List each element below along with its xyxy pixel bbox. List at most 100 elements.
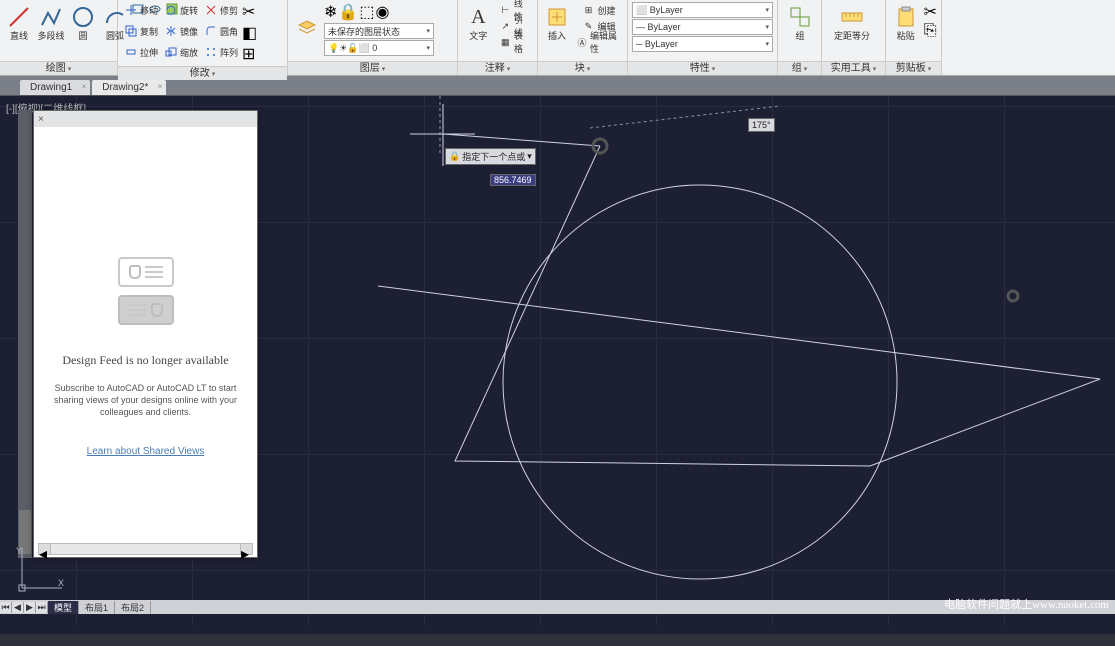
panel-annotate-title[interactable]: 注释: [458, 61, 537, 75]
tab-layout1[interactable]: 布局1: [79, 601, 115, 614]
dynamic-prompt: 🔒 指定下一个点或 ▾: [445, 148, 536, 165]
panel-group-title[interactable]: 组: [778, 61, 821, 75]
layer-current-dropdown[interactable]: 💡☀🔓⬜ 0: [324, 40, 434, 56]
ucs-icon[interactable]: X Y: [14, 546, 64, 596]
tool-fillet[interactable]: 圆角: [202, 23, 240, 39]
array-icon: [204, 45, 218, 59]
line-icon: [5, 3, 33, 31]
tool-stretch[interactable]: 拉伸: [122, 44, 160, 60]
layer-state-dropdown[interactable]: 未保存的图层状态: [324, 23, 434, 39]
panel-modify: 移动 旋转 修剪 ✂ 复制 镜像 圆角 ◧ 拉伸 缩放 阵列 ⊞ 修改: [118, 0, 288, 75]
layer-tool-4[interactable]: ◉: [375, 2, 389, 22]
tool-edit-attr[interactable]: Ⓐ编辑属性: [574, 34, 623, 50]
table-icon: ▦: [499, 35, 512, 49]
nav-last[interactable]: ⏭: [36, 602, 48, 613]
tool-rotate[interactable]: 旋转: [162, 2, 200, 18]
modify-extra-3[interactable]: ⊞: [242, 44, 255, 64]
measure-icon: [838, 3, 866, 31]
tool-line[interactable]: 直线: [4, 2, 34, 59]
tool-create-block[interactable]: ⊞创建: [579, 2, 617, 18]
layer-tool-2[interactable]: 🔒: [338, 2, 358, 22]
svg-text:X: X: [58, 578, 64, 588]
layer-tool-1[interactable]: ❄: [324, 2, 337, 22]
tool-copy[interactable]: 复制: [122, 23, 160, 39]
attr-icon: Ⓐ: [576, 35, 588, 49]
drawing-canvas[interactable]: [-][俯视][二维线框] × Design Feed is no longer…: [0, 96, 1115, 626]
color-dropdown[interactable]: ⬜ ByLayer: [632, 2, 773, 18]
dynamic-angle: 175°: [748, 118, 775, 132]
layer-tool-3[interactable]: ⬚: [359, 2, 374, 22]
lock-icon: 🔒: [449, 151, 460, 162]
ribbon: 直线 多段线 圆 圆弧 绘图 移动: [0, 0, 1115, 76]
copy-icon: [124, 24, 138, 38]
panel-layers: ❄ 🔒 ⬚ ◉ 未保存的图层状态 💡☀🔓⬜ 0 图层: [288, 0, 458, 75]
status-bar: [0, 634, 1115, 646]
tab-drawing1[interactable]: Drawing1×: [20, 80, 90, 95]
copy-clip-icon[interactable]: ⎘: [924, 22, 937, 40]
tool-text[interactable]: A 文字: [462, 2, 495, 59]
modify-extra-1[interactable]: ✂: [242, 2, 255, 22]
tool-array[interactable]: 阵列: [202, 44, 240, 60]
scale-icon: [164, 45, 178, 59]
svg-text:Y: Y: [16, 546, 22, 556]
tool-move[interactable]: 移动: [122, 2, 160, 18]
tool-circle[interactable]: 圆: [68, 2, 98, 59]
tool-mirror[interactable]: 镜像: [162, 23, 200, 39]
modify-extra-2[interactable]: ◧: [242, 23, 257, 43]
polyline-icon: [37, 3, 65, 31]
panel-block: 插入 ⊞创建 ✎编辑 Ⓐ编辑属性 块: [538, 0, 628, 75]
move-icon: [124, 3, 138, 17]
mirror-icon: [164, 24, 178, 38]
tool-polyline[interactable]: 多段线: [36, 2, 66, 59]
panel-props: ⬜ ByLayer — ByLayer ─ ByLayer 特性: [628, 0, 778, 75]
circle-icon: [69, 3, 97, 31]
group-icon: [786, 3, 814, 31]
panel-modify-title[interactable]: 修改: [118, 66, 287, 80]
tool-insert[interactable]: 插入: [542, 2, 572, 59]
layers-icon: [293, 15, 321, 43]
cut-icon[interactable]: ✂: [924, 2, 937, 22]
close-icon[interactable]: ×: [82, 82, 87, 91]
fillet-icon: [204, 24, 218, 38]
dropdown-icon[interactable]: ▾: [527, 151, 532, 162]
paste-icon: [892, 3, 920, 31]
panel-util: 定距等分 实用工具: [822, 0, 886, 75]
tool-scale[interactable]: 缩放: [162, 44, 200, 60]
linetype-dropdown[interactable]: ─ ByLayer: [632, 36, 773, 52]
tab-layout2[interactable]: 布局2: [115, 601, 151, 614]
tool-trim[interactable]: 修剪: [202, 2, 240, 18]
panel-util-title[interactable]: 实用工具: [822, 61, 885, 75]
tool-paste[interactable]: 粘贴: [890, 2, 922, 59]
nav-next[interactable]: ▶: [24, 602, 36, 613]
panel-clip: 粘贴 ✂ ⎘ 剪贴板: [886, 0, 942, 75]
dim-icon: ⊢: [499, 3, 512, 17]
layout-nav: ⏮ ◀ ▶ ⏭: [0, 602, 48, 613]
insert-icon: [543, 3, 571, 31]
panel-draw-title[interactable]: 绘图: [0, 61, 117, 75]
panel-props-title[interactable]: 特性: [628, 61, 777, 75]
tab-drawing2[interactable]: Drawing2*×: [92, 80, 166, 95]
trim-icon: [204, 3, 218, 17]
panel-draw: 直线 多段线 圆 圆弧 绘图: [0, 0, 118, 75]
panel-layers-title[interactable]: 图层: [288, 61, 457, 75]
nav-first[interactable]: ⏮: [0, 602, 12, 613]
panel-block-title[interactable]: 块: [538, 61, 627, 75]
tool-table[interactable]: ▦表格: [497, 34, 533, 50]
panel-clip-title[interactable]: 剪贴板: [886, 61, 941, 75]
leader-icon: ↗: [499, 19, 512, 33]
watermark: 电脑软件问题就上www.naoket.com: [944, 596, 1109, 612]
layer-props-button[interactable]: [292, 14, 322, 44]
close-icon[interactable]: ×: [158, 82, 163, 91]
panel-annotate: A 文字 ⊢线性 ↗引线 ▦表格 注释: [458, 0, 538, 75]
drawing-geometry: [0, 96, 1115, 626]
dynamic-coord[interactable]: 856.7469: [490, 174, 536, 186]
tool-measure[interactable]: 定距等分: [826, 2, 878, 59]
stretch-icon: [124, 45, 138, 59]
tool-group[interactable]: 组: [782, 2, 818, 43]
panel-group: 组 组: [778, 0, 822, 75]
text-icon: A: [464, 3, 492, 31]
create-icon: ⊞: [581, 3, 595, 17]
lineweight-dropdown[interactable]: — ByLayer: [632, 19, 773, 35]
nav-prev[interactable]: ◀: [12, 602, 24, 613]
tab-model[interactable]: 模型: [48, 601, 79, 614]
